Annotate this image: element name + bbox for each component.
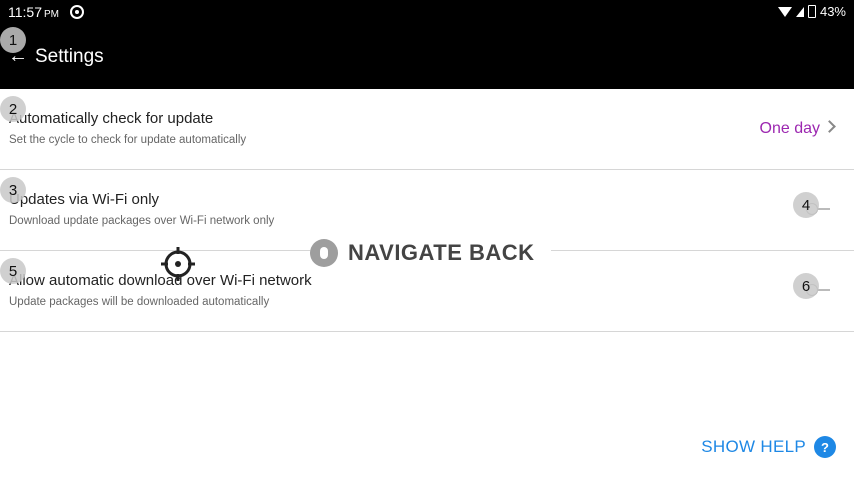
sync-icon (70, 5, 84, 19)
status-bar: 11:57 PM 43% (0, 0, 854, 24)
show-help-button[interactable]: SHOW HELP ? (701, 436, 836, 458)
setting-subtitle: Set the cycle to check for update automa… (9, 134, 247, 146)
check-cycle-value[interactable]: One day (760, 120, 820, 138)
number-badge: 5 (0, 258, 26, 284)
number-badge: 3 (0, 177, 26, 203)
voice-command-label: NAVIGATE BACK (310, 238, 551, 268)
number-badge: 6 (793, 273, 819, 299)
setting-title: Updates via Wi-Fi only (9, 191, 160, 208)
page-title: Settings (35, 46, 104, 67)
help-icon: ? (814, 436, 836, 458)
battery-icon (807, 5, 816, 18)
wifi-icon (777, 6, 792, 17)
signal-icon (795, 6, 804, 17)
setting-auto-check[interactable]: Automatically check for update Set the c… (0, 89, 854, 170)
voice-command-text: NAVIGATE BACK (348, 240, 535, 265)
setting-subtitle: Update packages will be downloaded autom… (9, 296, 270, 308)
setting-subtitle: Download update packages over Wi-Fi netw… (9, 215, 275, 227)
crosshair-icon (161, 247, 195, 281)
setting-title: Automatically check for update (9, 110, 214, 127)
toolbar: ← Settings (0, 24, 854, 89)
number-badge: 1 (0, 27, 26, 53)
chevron-right-icon (823, 120, 836, 133)
status-time: 11:57 PM (8, 4, 59, 20)
battery-percent: 43% (819, 4, 846, 19)
status-right: 43% (777, 4, 846, 19)
number-badge: 4 (793, 192, 819, 218)
show-help-label: SHOW HELP (701, 437, 806, 456)
microphone-icon (310, 239, 338, 267)
number-badge: 2 (0, 96, 26, 122)
